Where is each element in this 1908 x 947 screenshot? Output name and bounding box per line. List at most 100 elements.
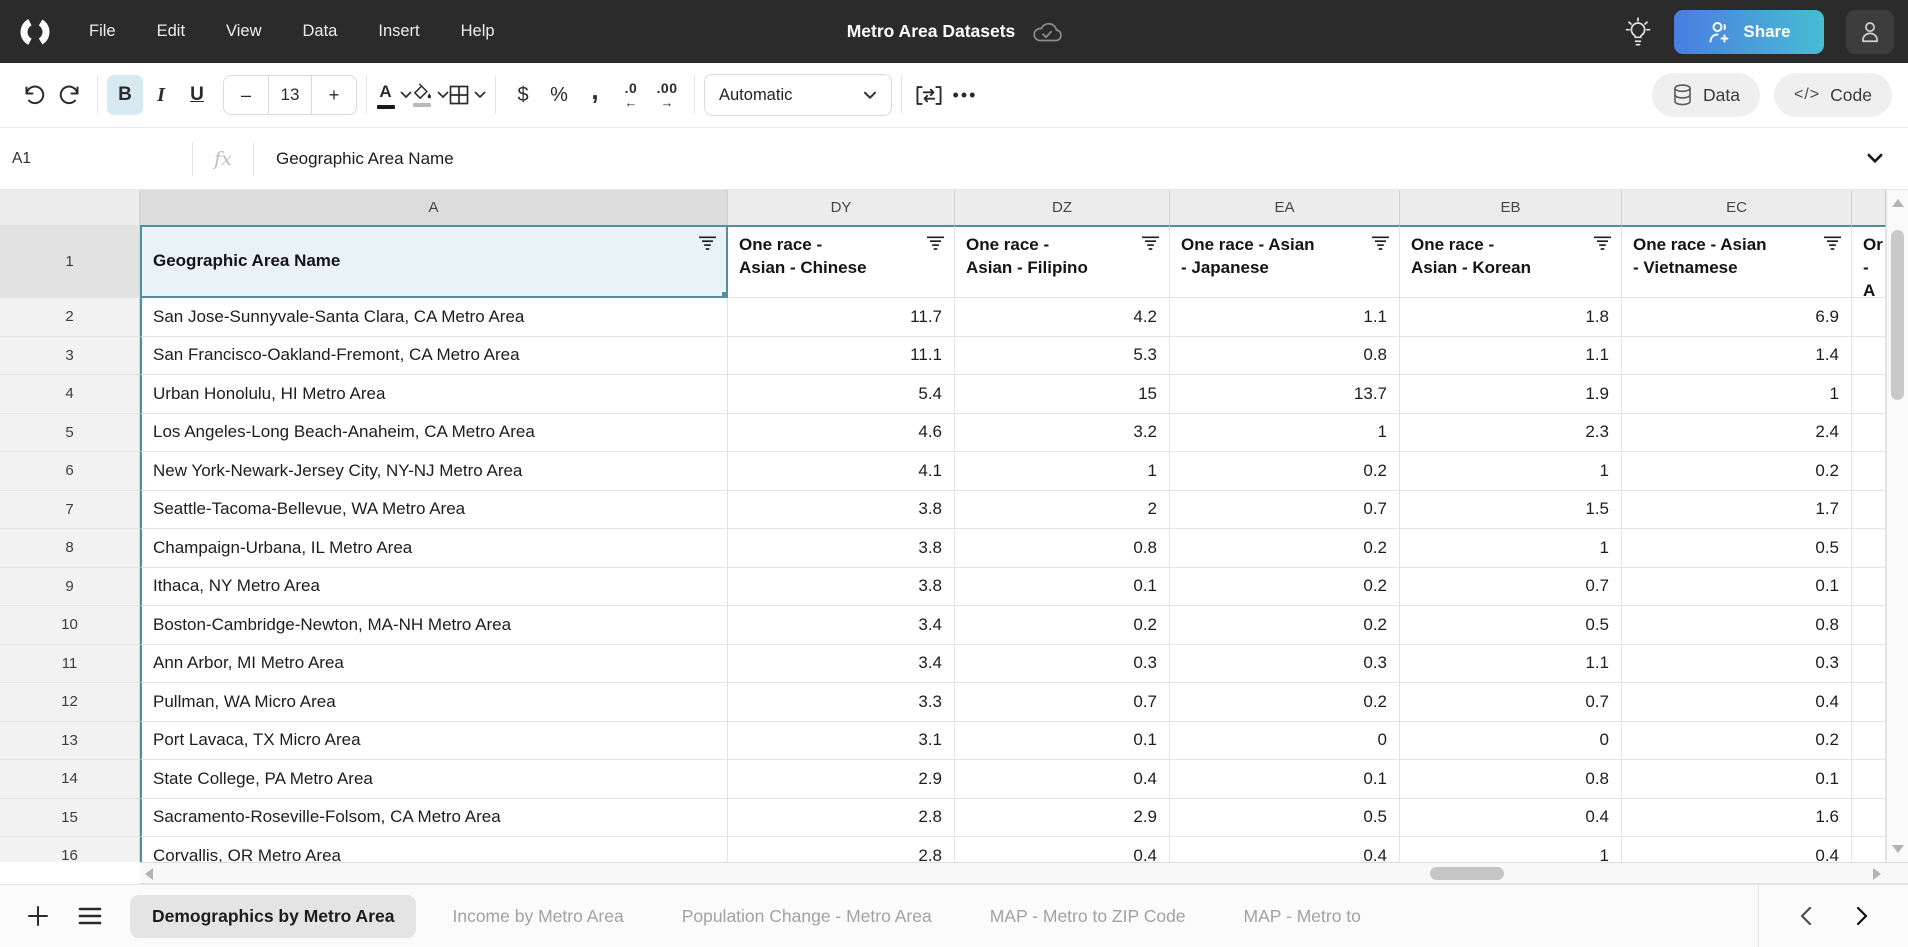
value-cell[interactable]: 1.7 bbox=[1622, 491, 1852, 530]
value-cell[interactable]: 1.5 bbox=[1400, 491, 1622, 530]
value-cell[interactable]: 2.9 bbox=[955, 799, 1170, 838]
filter-icon[interactable] bbox=[698, 236, 717, 251]
metro-name-cell[interactable]: Los Angeles-Long Beach-Anaheim, CA Metro… bbox=[140, 414, 728, 453]
value-cell-partial[interactable] bbox=[1852, 491, 1886, 530]
sheet-tab-5[interactable]: MAP - Metro to bbox=[1222, 895, 1383, 938]
value-cell[interactable]: 0.1 bbox=[1170, 760, 1400, 799]
row-number-16[interactable]: 16 bbox=[0, 837, 140, 862]
header-cell[interactable]: One race - Asian - Filipino bbox=[955, 225, 1170, 298]
value-cell[interactable]: 1 bbox=[955, 452, 1170, 491]
value-cell[interactable]: 0.8 bbox=[1622, 606, 1852, 645]
increase-decimals-button[interactable]: .00→ bbox=[649, 75, 685, 115]
row-number-2[interactable]: 2 bbox=[0, 298, 140, 337]
value-cell[interactable]: 0.1 bbox=[955, 722, 1170, 761]
row-number-7[interactable]: 7 bbox=[0, 491, 140, 530]
text-color-button[interactable]: A bbox=[376, 75, 412, 115]
value-cell[interactable]: 4.6 bbox=[728, 414, 955, 453]
metro-name-cell[interactable]: Urban Honolulu, HI Metro Area bbox=[140, 375, 728, 414]
sheet-tab-4[interactable]: MAP - Metro to ZIP Code bbox=[968, 895, 1208, 938]
menu-edit[interactable]: Edit bbox=[157, 22, 185, 41]
row-number-8[interactable]: 8 bbox=[0, 529, 140, 568]
font-size-decrease-button[interactable]: – bbox=[224, 76, 268, 114]
add-sheet-button[interactable] bbox=[12, 892, 64, 940]
value-cell[interactable]: 1 bbox=[1170, 414, 1400, 453]
tabs-scroll-right-button[interactable] bbox=[1849, 900, 1875, 932]
code-panel-button[interactable]: </> Code bbox=[1774, 73, 1892, 117]
metro-name-cell[interactable]: Boston-Cambridge-Newton, MA-NH Metro Are… bbox=[140, 606, 728, 645]
value-cell[interactable]: 0.2 bbox=[955, 606, 1170, 645]
currency-format-button[interactable]: $ bbox=[505, 75, 541, 115]
value-cell[interactable]: 0.4 bbox=[955, 837, 1170, 862]
value-cell[interactable]: 3.2 bbox=[955, 414, 1170, 453]
value-cell-partial[interactable] bbox=[1852, 568, 1886, 607]
column-header-A[interactable]: A bbox=[140, 190, 728, 225]
underline-button[interactable]: U bbox=[179, 75, 215, 115]
value-cell[interactable]: 2.8 bbox=[728, 799, 955, 838]
horizontal-scroll-thumb[interactable] bbox=[1430, 867, 1504, 880]
value-cell[interactable]: 1 bbox=[1400, 452, 1622, 491]
value-cell[interactable]: 6.9 bbox=[1622, 298, 1852, 337]
filter-icon[interactable] bbox=[926, 236, 945, 251]
value-cell-partial[interactable] bbox=[1852, 645, 1886, 684]
value-cell[interactable]: 1.4 bbox=[1622, 337, 1852, 376]
filter-icon[interactable] bbox=[1371, 236, 1390, 251]
row-number-13[interactable]: 13 bbox=[0, 722, 140, 761]
value-cell[interactable]: 0.4 bbox=[1622, 683, 1852, 722]
value-cell[interactable]: 0.2 bbox=[1170, 606, 1400, 645]
value-cell[interactable]: 0.7 bbox=[1400, 568, 1622, 607]
metro-name-cell[interactable]: Corvallis, OR Metro Area bbox=[140, 837, 728, 862]
value-cell[interactable]: 3.1 bbox=[728, 722, 955, 761]
value-cell[interactable]: 3.8 bbox=[728, 491, 955, 530]
value-cell[interactable]: 0.3 bbox=[955, 645, 1170, 684]
filter-icon[interactable] bbox=[1141, 236, 1160, 251]
more-options-button[interactable]: ••• bbox=[947, 75, 983, 115]
number-format-dropdown[interactable]: Automatic bbox=[704, 74, 892, 116]
value-cell[interactable]: 0.1 bbox=[955, 568, 1170, 607]
row-number-6[interactable]: 6 bbox=[0, 452, 140, 491]
value-cell-partial[interactable] bbox=[1852, 683, 1886, 722]
value-cell[interactable]: 1.9 bbox=[1400, 375, 1622, 414]
value-cell[interactable]: 0.4 bbox=[1170, 837, 1400, 862]
value-cell[interactable]: 3.4 bbox=[728, 645, 955, 684]
scroll-left-arrow[interactable] bbox=[145, 868, 153, 880]
value-cell[interactable]: 0.4 bbox=[1622, 837, 1852, 862]
column-header-DY[interactable]: DY bbox=[728, 190, 955, 225]
value-cell[interactable]: 2.3 bbox=[1400, 414, 1622, 453]
menu-insert[interactable]: Insert bbox=[378, 22, 419, 41]
share-button[interactable]: Share bbox=[1674, 10, 1824, 54]
borders-button[interactable] bbox=[449, 75, 486, 115]
value-cell[interactable]: 1 bbox=[1622, 375, 1852, 414]
value-cell-partial[interactable] bbox=[1852, 837, 1886, 862]
value-cell[interactable]: 1 bbox=[1400, 837, 1622, 862]
filter-icon[interactable] bbox=[1593, 236, 1612, 251]
value-cell[interactable]: 11.7 bbox=[728, 298, 955, 337]
formula-bar-expand-icon[interactable] bbox=[1866, 153, 1884, 164]
italic-button[interactable]: I bbox=[143, 75, 179, 115]
value-cell[interactable]: 0.5 bbox=[1622, 529, 1852, 568]
font-size-value[interactable]: 13 bbox=[268, 76, 312, 114]
value-cell[interactable]: 5.3 bbox=[955, 337, 1170, 376]
document-title[interactable]: Metro Area Datasets bbox=[847, 21, 1016, 42]
metro-name-cell[interactable]: Ithaca, NY Metro Area bbox=[140, 568, 728, 607]
column-header-EA[interactable]: EA bbox=[1170, 190, 1400, 225]
value-cell[interactable]: 2.8 bbox=[728, 837, 955, 862]
value-cell[interactable]: 1.8 bbox=[1400, 298, 1622, 337]
value-cell-partial[interactable] bbox=[1852, 298, 1886, 337]
metro-name-cell[interactable]: Sacramento-Roseville-Folsom, CA Metro Ar… bbox=[140, 799, 728, 838]
value-cell[interactable]: 5.4 bbox=[728, 375, 955, 414]
menu-view[interactable]: View bbox=[226, 22, 261, 41]
value-cell[interactable]: 0.1 bbox=[1622, 760, 1852, 799]
cell-A1-selected[interactable]: Geographic Area Name bbox=[140, 225, 728, 298]
value-cell[interactable]: 0.7 bbox=[1170, 491, 1400, 530]
value-cell[interactable]: 1.1 bbox=[1400, 337, 1622, 376]
value-cell[interactable]: 0.3 bbox=[1170, 645, 1400, 684]
formula-input[interactable]: Geographic Area Name bbox=[276, 149, 1866, 169]
bold-button[interactable]: B bbox=[107, 75, 143, 115]
filter-icon[interactable] bbox=[1823, 236, 1842, 251]
row-number-10[interactable]: 10 bbox=[0, 606, 140, 645]
value-cell[interactable]: 0 bbox=[1400, 722, 1622, 761]
value-cell[interactable]: 0.2 bbox=[1170, 452, 1400, 491]
name-box[interactable]: A1 bbox=[0, 150, 192, 168]
value-cell[interactable]: 0.4 bbox=[955, 760, 1170, 799]
row-number-3[interactable]: 3 bbox=[0, 337, 140, 376]
